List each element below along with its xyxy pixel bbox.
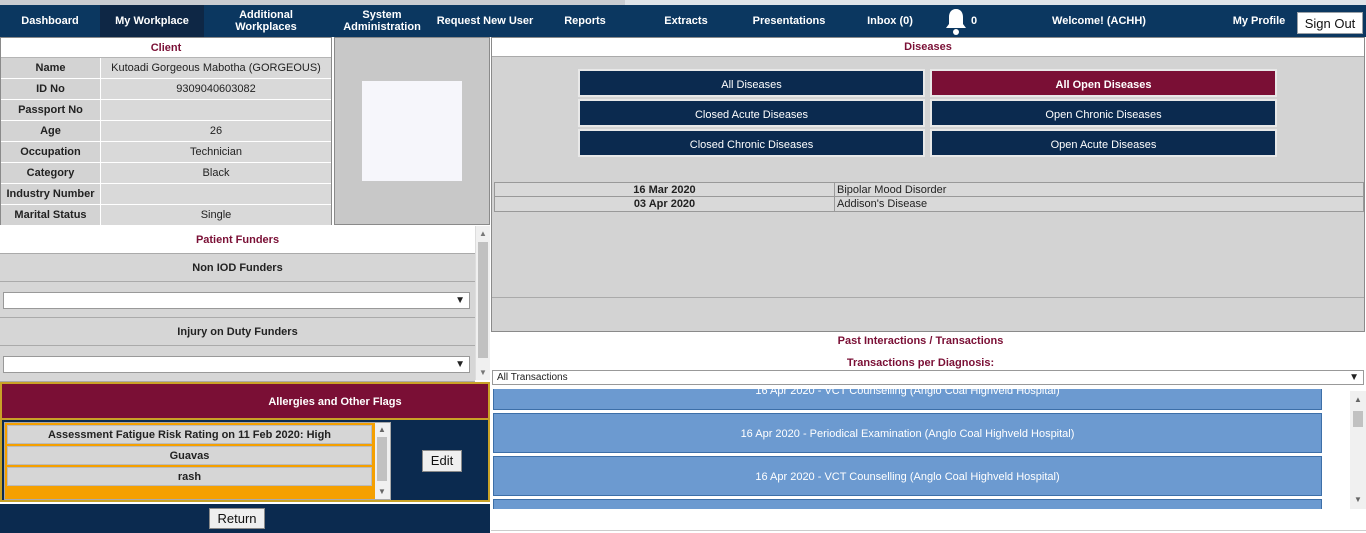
nav-presentations[interactable]: Presentations	[742, 5, 836, 37]
client-label: Age	[1, 121, 101, 141]
scrollbar-thumb[interactable]	[1353, 411, 1363, 427]
open-acute-diseases-button[interactable]: Open Acute Diseases	[930, 129, 1277, 157]
client-row-category: Category Black	[1, 163, 331, 184]
notification-count: 0	[970, 15, 978, 27]
disease-row[interactable]: 03 Apr 2020 Addison's Disease	[494, 197, 1364, 212]
nav-reports[interactable]: Reports	[550, 5, 620, 37]
client-label: Name	[1, 58, 101, 78]
return-bar: Return	[0, 504, 490, 533]
transaction-item[interactable]: 16 Apr 2020 - VCT Counselling (Anglo Coa…	[493, 389, 1322, 410]
disease-name: Addison's Disease	[837, 198, 928, 210]
dropdown-arrow-icon: ▼	[1349, 372, 1359, 383]
nav-inbox[interactable]: Inbox (0)	[856, 5, 924, 37]
client-label: Marital Status	[1, 205, 101, 225]
all-diseases-button[interactable]: All Diseases	[578, 69, 925, 97]
allergies-list[interactable]: Assessment Fatigue Risk Rating on 11 Feb…	[4, 422, 391, 500]
nav-request-new-user[interactable]: Request New User	[436, 5, 534, 37]
client-value: Kutoadi Gorgeous Mabotha (GORGEOUS)	[101, 58, 331, 78]
client-photo	[362, 81, 462, 181]
iod-funders-row: ▼	[0, 346, 475, 382]
scroll-up-icon[interactable]: ▲	[378, 425, 386, 434]
nav-dashboard[interactable]: Dashboard	[0, 5, 100, 37]
disease-date: 03 Apr 2020	[495, 197, 835, 211]
funders-title: Patient Funders	[0, 226, 475, 254]
client-row-age: Age 26	[1, 121, 331, 142]
client-value: 26	[101, 121, 331, 141]
welcome-text: Welcome! (ACHH)	[1052, 15, 1146, 27]
dropdown-arrow-icon: ▼	[455, 295, 465, 306]
client-row-name: Name Kutoadi Gorgeous Mabotha (GORGEOUS)	[1, 58, 331, 79]
transactions-list[interactable]: 16 Apr 2020 - VCT Counselling (Anglo Coa…	[491, 389, 1350, 509]
closed-acute-diseases-button[interactable]: Closed Acute Diseases	[578, 99, 925, 127]
client-row-id: ID No 9309040603082	[1, 79, 331, 100]
non-iod-funders-select[interactable]: ▼	[3, 292, 470, 309]
diseases-table: 16 Mar 2020 Bipolar Mood Disorder 03 Apr …	[494, 182, 1364, 212]
client-value: Technician	[101, 142, 331, 162]
client-label: Category	[1, 163, 101, 183]
disease-date: 16 Mar 2020	[495, 183, 835, 196]
past-interactions-title: Past Interactions / Transactions	[837, 335, 1004, 347]
sign-out-button[interactable]: Sign Out	[1297, 12, 1363, 34]
transaction-item[interactable]: 16 Apr 2020 - VCT Counselling (Anglo Coa…	[493, 456, 1322, 496]
closed-chronic-diseases-button[interactable]: Closed Chronic Diseases	[578, 129, 925, 157]
diseases-footer-rule	[492, 297, 1364, 298]
main-nav: Dashboard My Workplace Additional Workpl…	[0, 5, 1366, 37]
allergy-item[interactable]: Assessment Fatigue Risk Rating on 11 Feb…	[7, 425, 372, 444]
disease-row[interactable]: 16 Mar 2020 Bipolar Mood Disorder	[494, 182, 1364, 197]
client-value	[101, 100, 331, 120]
transaction-item[interactable]: 16 Apr 2020 - Periodical Examination (An…	[493, 413, 1322, 453]
nav-system-administration[interactable]: System Administration	[332, 5, 432, 37]
client-value: Black	[101, 163, 331, 183]
nav-additional-workplaces[interactable]: Additional Workplaces	[216, 5, 316, 37]
disease-name: Bipolar Mood Disorder	[837, 184, 947, 196]
allergies-title: Allergies and Other Flags	[2, 384, 488, 420]
iod-funders-select[interactable]: ▼	[3, 356, 470, 373]
transaction-item[interactable]	[493, 499, 1322, 509]
scrollbar-thumb[interactable]	[377, 437, 387, 481]
client-row-occupation: Occupation Technician	[1, 142, 331, 163]
client-photo-frame	[334, 37, 490, 225]
allergies-panel: Allergies and Other Flags Assessment Fat…	[0, 382, 490, 502]
client-value	[101, 184, 331, 204]
nav-my-workplace[interactable]: My Workplace	[100, 5, 204, 37]
scroll-down-icon[interactable]: ▼	[378, 487, 386, 496]
client-row-marital: Marital Status Single	[1, 205, 331, 226]
edit-allergies-button[interactable]: Edit	[422, 450, 462, 472]
allergy-item[interactable]: rash	[7, 467, 372, 486]
client-row-industry: Industry Number	[1, 184, 331, 205]
diseases-title: Diseases	[492, 38, 1364, 57]
client-label: Passport No	[1, 100, 101, 120]
client-title: Client	[1, 38, 331, 58]
non-iod-funders-row: ▼	[0, 282, 475, 318]
scrollbar-thumb[interactable]	[478, 242, 488, 358]
non-iod-funders-heading: Non IOD Funders	[0, 254, 475, 282]
open-chronic-diseases-button[interactable]: Open Chronic Diseases	[930, 99, 1277, 127]
transactions-scrollbar[interactable]: ▲ ▼	[1350, 391, 1366, 509]
scroll-down-icon[interactable]: ▼	[1354, 495, 1362, 504]
return-button[interactable]: Return	[209, 508, 265, 529]
transactions-filter-select[interactable]: All Transactions ▼	[492, 370, 1364, 385]
scroll-up-icon[interactable]: ▲	[479, 229, 487, 238]
scroll-down-icon[interactable]: ▼	[479, 368, 487, 377]
client-panel: Client Name Kutoadi Gorgeous Mabotha (GOR…	[0, 37, 332, 226]
transactions-per-diagnosis-title: Transactions per Diagnosis:	[846, 357, 995, 369]
client-label: Occupation	[1, 142, 101, 162]
transactions-filter-value: All Transactions	[497, 372, 568, 383]
client-row-passport: Passport No	[1, 100, 331, 121]
client-label: ID No	[1, 79, 101, 99]
diseases-panel: Diseases All Diseases All Open Diseases …	[491, 37, 1365, 332]
all-open-diseases-button[interactable]: All Open Diseases	[930, 69, 1277, 97]
nav-my-profile[interactable]: My Profile	[1224, 5, 1294, 37]
client-label: Industry Number	[1, 184, 101, 204]
scroll-up-icon[interactable]: ▲	[1354, 395, 1362, 404]
dropdown-arrow-icon: ▼	[455, 359, 465, 370]
patient-funders-panel: Patient Funders Non IOD Funders ▼ Injury…	[0, 226, 490, 382]
nav-extracts[interactable]: Extracts	[652, 5, 720, 37]
allergies-scrollbar[interactable]: ▲ ▼	[375, 423, 390, 499]
iod-funders-heading: Injury on Duty Funders	[0, 318, 475, 346]
allergy-item[interactable]: Guavas	[7, 446, 372, 465]
client-value: Single	[101, 205, 331, 225]
funders-scrollbar[interactable]: ▲ ▼	[475, 226, 490, 380]
client-value: 9309040603082	[101, 79, 331, 99]
